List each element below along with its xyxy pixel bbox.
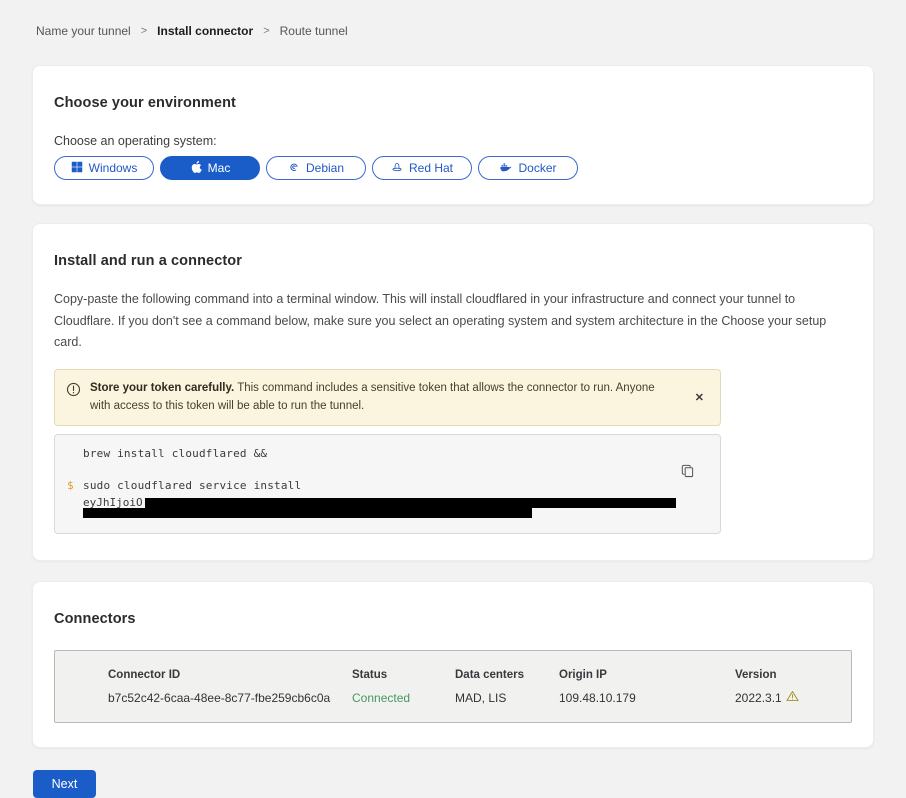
redaction-bar: [145, 498, 676, 508]
code-gap: [55, 459, 676, 480]
col-header-connector-id: Connector ID: [108, 669, 352, 681]
data-centers-value: MAD, LIS: [455, 691, 559, 705]
breadcrumb-name-your-tunnel[interactable]: Name your tunnel: [36, 24, 131, 38]
os-button-label: Mac: [208, 161, 231, 175]
os-button-mac[interactable]: Mac: [160, 156, 260, 180]
install-connector-card: Install and run a connector Copy-paste t…: [32, 223, 874, 561]
os-button-redhat[interactable]: Red Hat: [372, 156, 472, 180]
connectors-table: Connector ID Status Data centers Origin …: [54, 650, 852, 723]
redhat-icon: [391, 161, 403, 176]
tunnel-setup-page: Name your tunnel > Install connector > R…: [0, 0, 906, 798]
col-header-origin-ip: Origin IP: [559, 669, 735, 681]
os-button-label: Windows: [89, 161, 138, 175]
breadcrumb-route-tunnel[interactable]: Route tunnel: [280, 24, 348, 38]
install-description: Copy-paste the following command into a …: [54, 289, 852, 354]
install-card-title: Install and run a connector: [54, 253, 852, 269]
col-header-version: Version: [735, 669, 851, 681]
docker-icon: [499, 161, 512, 176]
code-line-brew: brew install cloudflared &&: [55, 448, 676, 459]
os-button-debian[interactable]: Debian: [266, 156, 366, 180]
connectors-card-title: Connectors: [54, 611, 852, 627]
windows-icon: [71, 161, 83, 176]
debian-icon: [288, 161, 300, 176]
os-button-docker[interactable]: Docker: [478, 156, 578, 180]
token-warning-text: Store your token carefully. This command…: [90, 379, 665, 417]
connectors-card: Connectors Connector ID Status Data cent…: [32, 581, 874, 748]
os-button-label: Debian: [306, 161, 344, 175]
token-warning-bold: Store your token carefully.: [90, 382, 234, 394]
breadcrumb-separator: >: [141, 25, 147, 37]
table-row: b7c52c42-6caa-48ee-8c77-fbe259cb6c0a Con…: [108, 690, 851, 705]
environment-card: Choose your environment Choose an operat…: [32, 65, 874, 205]
close-icon[interactable]: ✕: [689, 387, 710, 408]
version-value: 2022.3.1: [735, 690, 851, 705]
breadcrumb: Name your tunnel > Install connector > R…: [32, 0, 874, 38]
breadcrumb-separator: >: [263, 25, 269, 37]
redaction-bar: [83, 508, 532, 518]
environment-card-title: Choose your environment: [54, 95, 852, 111]
token-warning-banner: Store your token carefully. This command…: [54, 369, 721, 427]
status-badge: Connected: [352, 691, 455, 705]
copy-icon[interactable]: [679, 462, 696, 483]
connectors-table-header: Connector ID Status Data centers Origin …: [108, 669, 851, 681]
breadcrumb-install-connector[interactable]: Install connector: [157, 24, 253, 38]
connector-id-value: b7c52c42-6caa-48ee-8c77-fbe259cb6c0a: [108, 691, 352, 705]
os-button-group: Windows Mac Debian Red Hat Docker: [54, 156, 852, 180]
token-line: eyJhIjoiO: [55, 497, 676, 508]
origin-ip-value: 109.48.10.179: [559, 691, 735, 705]
alert-circle-icon: [66, 382, 81, 402]
os-button-windows[interactable]: Windows: [54, 156, 154, 180]
os-chooser-label: Choose an operating system:: [54, 134, 852, 148]
version-number: 2022.3.1: [735, 691, 782, 705]
os-button-label: Docker: [518, 161, 556, 175]
install-command-code-block: brew install cloudflared && $ sudo cloud…: [54, 434, 721, 534]
shell-prompt: $: [67, 480, 74, 491]
col-header-status: Status: [352, 669, 455, 681]
os-button-label: Red Hat: [409, 161, 453, 175]
apple-icon: [190, 160, 202, 177]
code-line-sudo-wrap: $ sudo cloudflared service install: [55, 480, 676, 491]
token-line-2: [55, 508, 676, 520]
code-line-sudo: sudo cloudflared service install: [55, 480, 676, 491]
next-button[interactable]: Next: [33, 770, 96, 798]
col-header-data-centers: Data centers: [455, 669, 559, 681]
warning-triangle-icon: [786, 690, 799, 705]
token-prefix-text: eyJhIjoiO: [83, 497, 143, 508]
